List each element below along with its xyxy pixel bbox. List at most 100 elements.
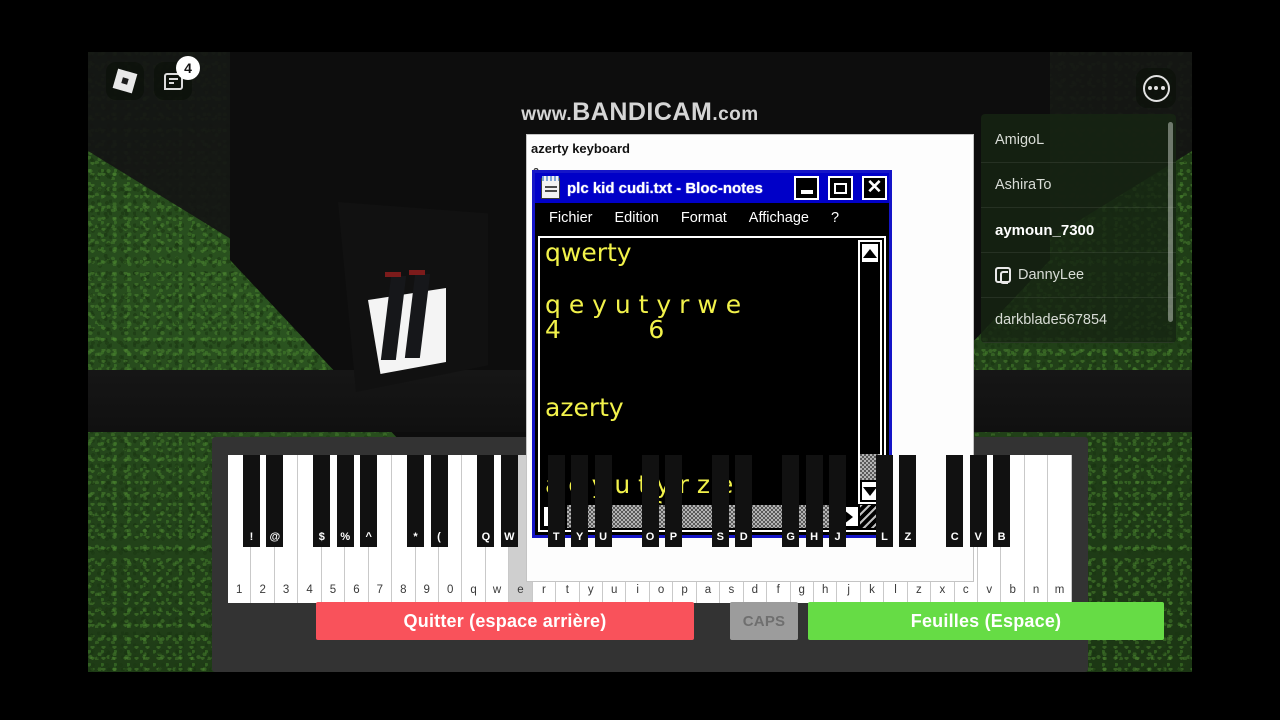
piano-key-label: o — [657, 584, 665, 596]
close-button[interactable]: ✕ — [862, 176, 887, 200]
piano-black-key[interactable]: W — [500, 455, 518, 547]
piano-key-label: W — [504, 531, 515, 543]
player-list-item[interactable]: darkblade567854 — [981, 298, 1176, 343]
notepad-menubar[interactable]: Fichier Edition Format Affichage? — [535, 203, 889, 233]
piano-key-label: v — [986, 584, 993, 596]
piano-key-label: e — [517, 584, 524, 596]
watermark-brand: BANDICAM — [572, 98, 713, 126]
piano-white-key[interactable]: n — [1024, 455, 1049, 603]
menu-item-edition[interactable]: Edition — [615, 210, 659, 226]
piano-black-key[interactable]: C — [946, 455, 964, 547]
player-name: AshiraTo — [995, 177, 1052, 193]
piano-key-label: V — [974, 531, 982, 543]
piano-black-key[interactable]: ! — [242, 455, 260, 547]
piano-key-label: T — [552, 531, 560, 543]
player-list-scrollbar[interactable] — [1168, 122, 1173, 322]
chat-button[interactable]: 4 — [154, 56, 200, 100]
piano-black-key[interactable]: @ — [266, 455, 284, 547]
piano-key-label: 5 — [329, 584, 337, 596]
piano-black-key[interactable]: P — [664, 455, 682, 547]
roblox-menu-button[interactable] — [106, 62, 144, 100]
piano-black-key[interactable]: O — [641, 455, 659, 547]
piano-key-label: u — [611, 584, 618, 596]
player-list-item[interactable]: DannyLee — [981, 253, 1176, 298]
premium-badge-icon — [995, 267, 1011, 284]
watermark-prefix: www. — [521, 104, 573, 125]
piano-black-key[interactable]: ( — [430, 455, 448, 547]
piano-black-key[interactable]: Z — [899, 455, 917, 547]
chevron-down-icon — [863, 486, 877, 496]
piano-key-label: 1 — [236, 584, 243, 596]
player-list-item[interactable]: aymoun_7300 — [981, 208, 1176, 253]
piano-key-label: D — [739, 531, 748, 543]
piano-black-key[interactable]: $ — [313, 455, 331, 547]
piano-black-key[interactable]: B — [993, 455, 1011, 547]
notepad-titlebar[interactable]: plc kid cudi.txt - Bloc-notes ✕ — [535, 173, 889, 203]
piano-black-key[interactable]: T — [547, 455, 565, 547]
player-list-item[interactable]: AshiraTo — [981, 163, 1176, 208]
piano-key-label: j — [847, 584, 850, 596]
piano-black-key[interactable]: U — [594, 455, 612, 547]
roblox-logo-icon — [112, 68, 138, 94]
piano-key-label: ^ — [365, 531, 372, 543]
piano-key-label: ! — [249, 531, 254, 543]
player-name: darkblade567854 — [995, 312, 1108, 328]
quit-button[interactable]: Quitter (espace arrière) — [316, 602, 694, 640]
chevron-up-icon — [863, 248, 877, 258]
notepad-title: plc kid cudi.txt - Bloc-notes — [567, 179, 763, 197]
piano-key-label: S — [716, 531, 724, 543]
piano-black-key[interactable]: V — [969, 455, 987, 547]
piano-black-key[interactable]: G — [782, 455, 800, 547]
piano-key-label: f — [776, 584, 780, 596]
menu-item-fichier[interactable]: Fichier — [549, 210, 593, 226]
maximize-icon — [834, 182, 847, 194]
piano-key-label: H — [810, 531, 819, 543]
piano-key-label: ( — [437, 531, 441, 543]
piano-key-label: k — [869, 584, 875, 596]
menu-item-[interactable]: ? — [831, 210, 839, 226]
piano-key-label: * — [413, 531, 418, 543]
piano-key-label: 4 — [306, 584, 313, 596]
piano-model-left — [338, 202, 488, 392]
piano-key-label: L — [881, 531, 888, 543]
piano-key-label: h — [821, 584, 829, 596]
piano-key-label: 2 — [259, 584, 266, 596]
menu-item-format[interactable]: Format — [681, 210, 727, 226]
piano-key-label: z — [916, 584, 922, 596]
piano-black-key[interactable]: * — [407, 455, 425, 547]
piano-black-key[interactable]: D — [735, 455, 753, 547]
vertical-scroll-track[interactable] — [860, 264, 880, 480]
piano-black-key[interactable]: ^ — [360, 455, 378, 547]
piano-key-label: G — [786, 531, 795, 543]
minimize-button[interactable] — [794, 176, 819, 200]
piano-key-label: % — [340, 531, 351, 543]
piano-key-label: x — [939, 584, 946, 596]
piano-white-key[interactable]: m — [1048, 455, 1072, 603]
game-viewport: 4 AmigoL AshiraTo aymoun_7300 DannyLee darkb… — [88, 52, 1192, 672]
piano-key-label: C — [950, 531, 959, 543]
watermark-suffix: .com — [712, 104, 759, 125]
piano-key-label: Y — [575, 531, 584, 543]
menu-item-affichage[interactable]: Affichage — [749, 210, 809, 226]
player-name: DannyLee — [1018, 267, 1085, 283]
piano-black-key[interactable]: L — [875, 455, 893, 547]
piano-key-label: q — [470, 584, 477, 596]
piano-black-key[interactable]: Y — [571, 455, 589, 547]
maximize-button[interactable] — [828, 176, 853, 200]
piano-black-key[interactable]: Q — [477, 455, 495, 547]
scroll-up-button[interactable] — [860, 242, 880, 264]
notepad-document-icon — [541, 175, 560, 199]
piano-black-key[interactable]: % — [336, 455, 354, 547]
piano-black-key[interactable]: S — [711, 455, 729, 547]
piano-key-label: d — [751, 584, 759, 596]
caps-button[interactable]: CAPS — [730, 602, 798, 640]
piano-black-key[interactable]: H — [805, 455, 823, 547]
sheets-button[interactable]: Feuilles (Espace) — [808, 602, 1164, 640]
player-list[interactable]: AmigoL AshiraTo aymoun_7300 DannyLee darkbla… — [981, 114, 1176, 343]
minimize-icon — [800, 190, 813, 194]
piano-key-label: i — [636, 584, 639, 596]
piano-key-label: 7 — [376, 584, 384, 596]
piano-key-label: Z — [904, 531, 912, 543]
piano-key-label: @ — [269, 531, 281, 543]
piano-black-key[interactable]: J — [829, 455, 847, 547]
